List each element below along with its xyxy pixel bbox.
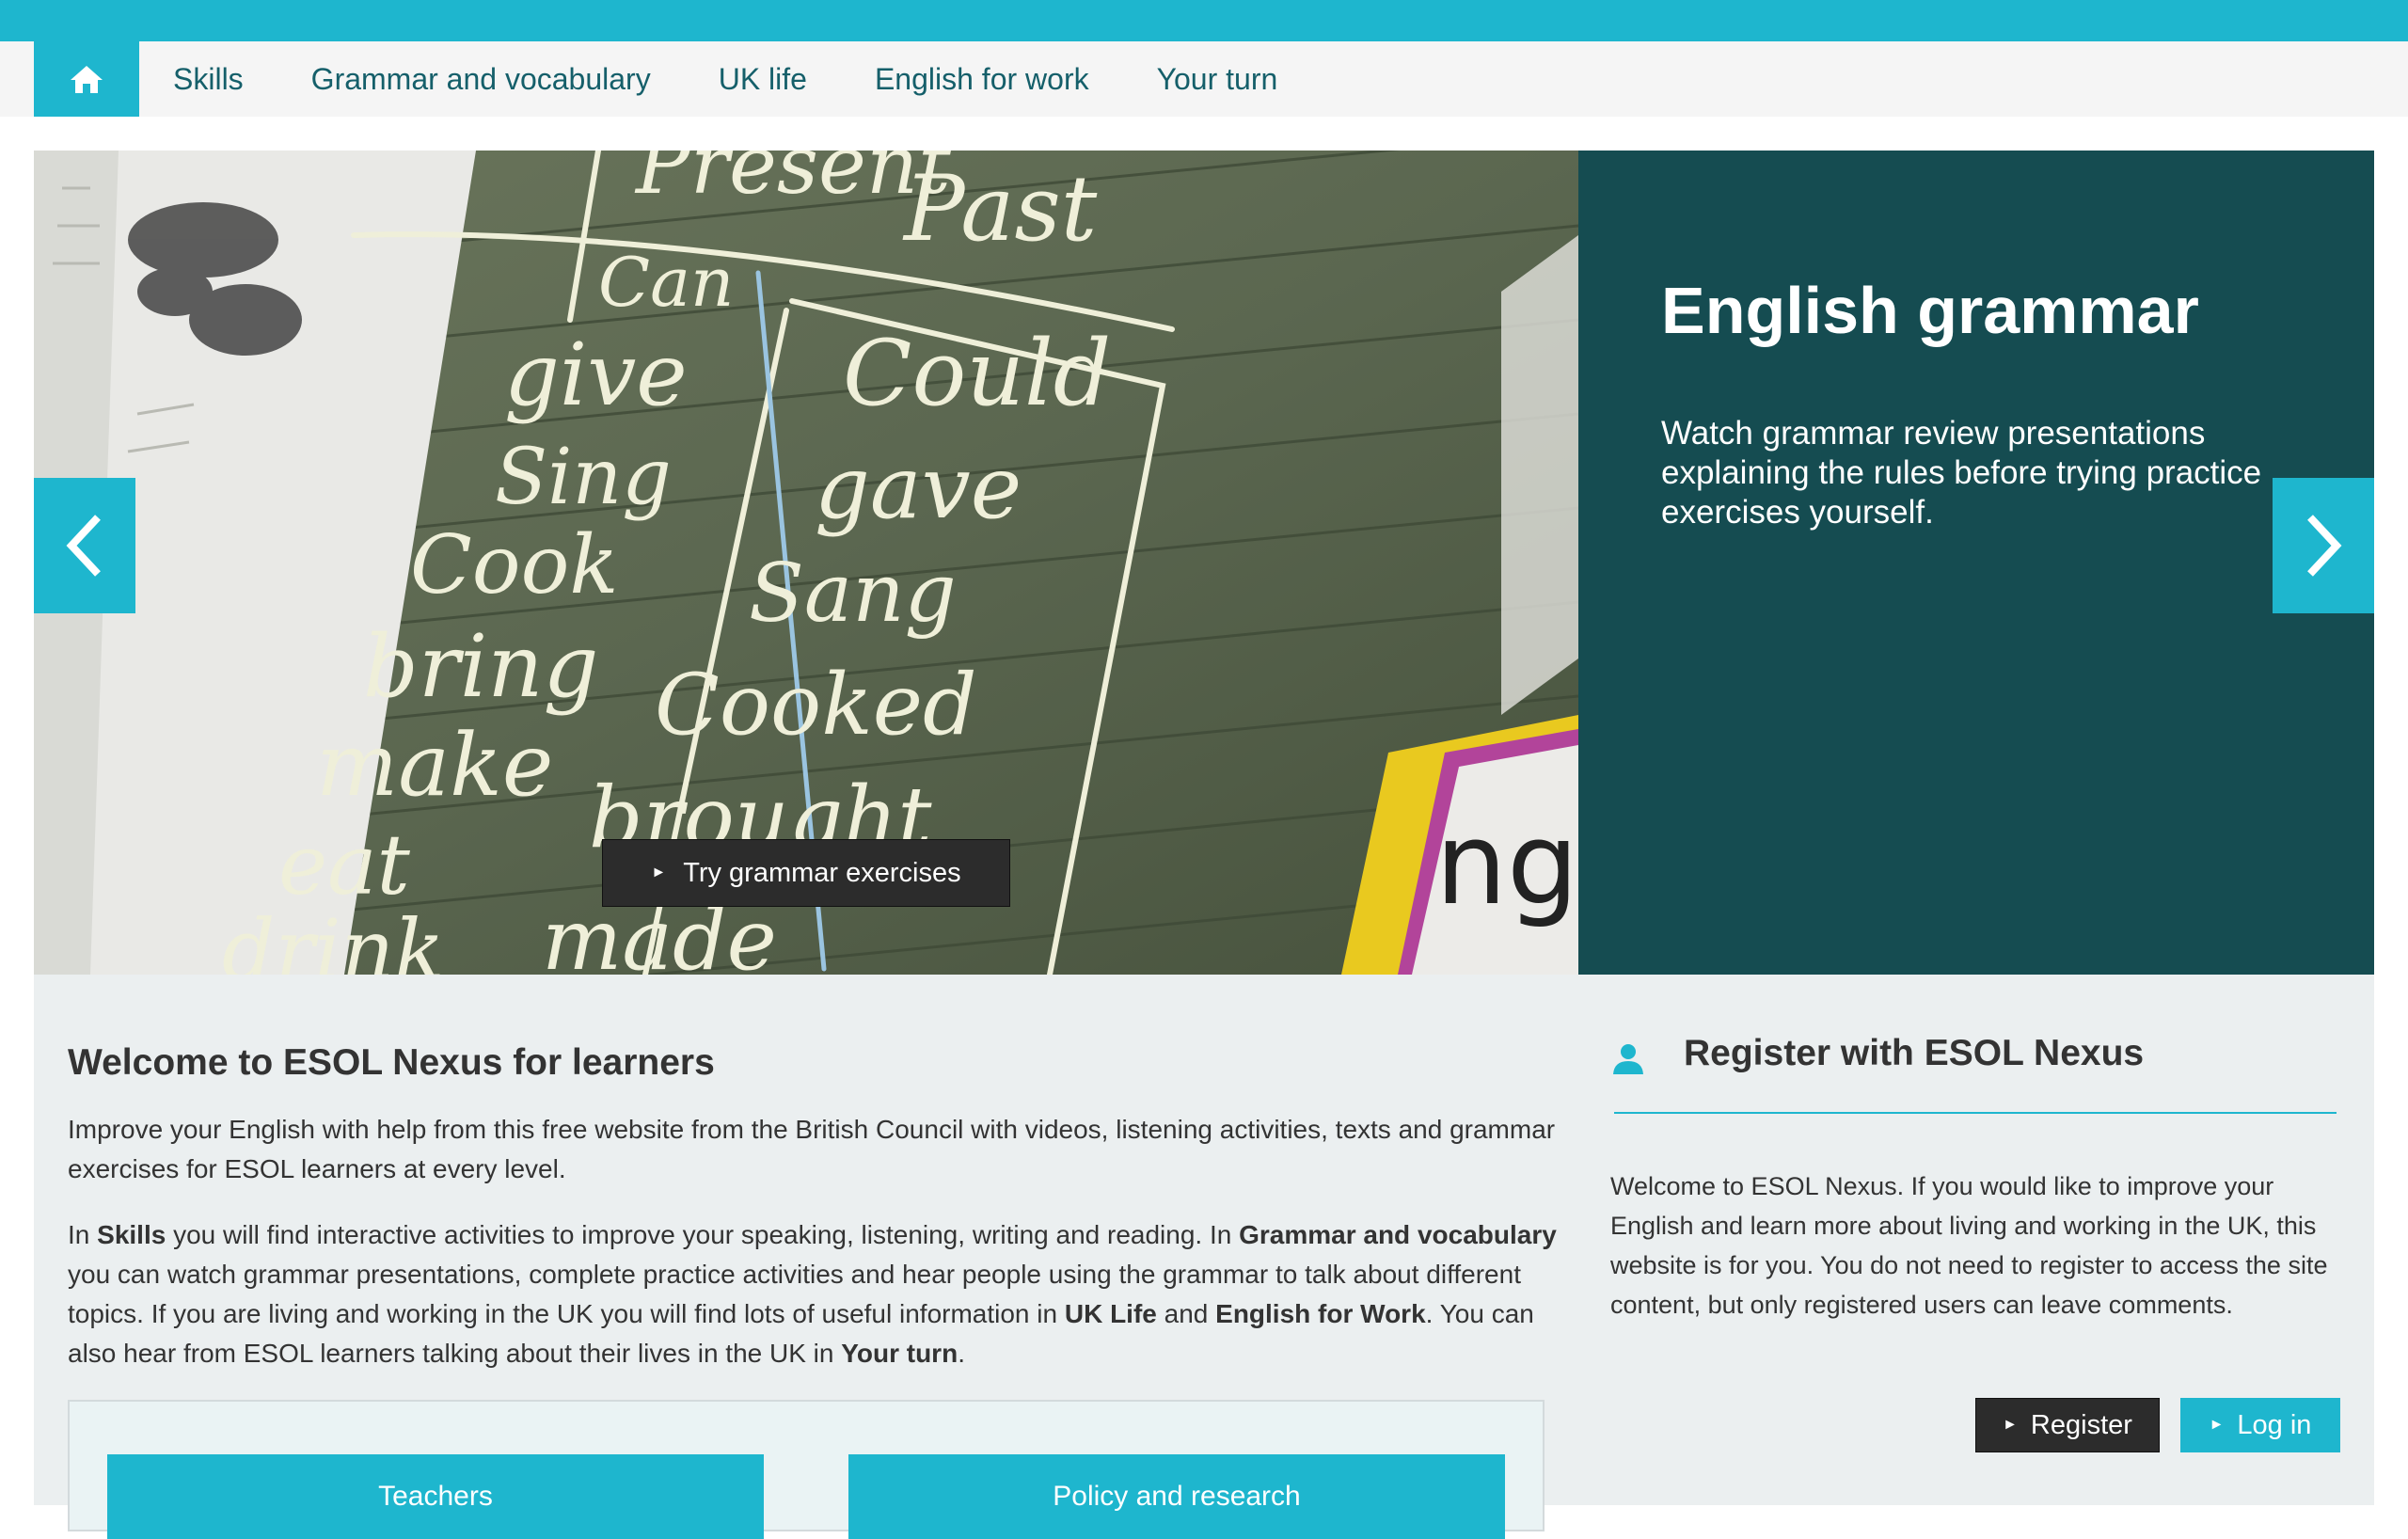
register-button-label: Register: [2030, 1409, 2132, 1440]
carousel-next-button[interactable]: [2273, 478, 2374, 613]
welcome-intro: Improve your English with help from this…: [68, 1115, 1556, 1183]
chevron-right-icon: [2307, 515, 2342, 577]
chalk-word: make: [316, 715, 553, 816]
main-content: Welcome to ESOL Nexus for learners Impro…: [34, 975, 2374, 1539]
policy-and-research-link[interactable]: Policy and research: [848, 1454, 1505, 1539]
chalk-word: Cook: [410, 518, 618, 612]
chalk-word: Cooked: [655, 656, 977, 754]
chalk-word: Sing: [495, 433, 672, 522]
nav-items: Skills Grammar and vocabulary UK life En…: [139, 41, 1311, 117]
hero-carousel: Present Past Can give Sing Cook bring ma…: [34, 151, 2374, 1086]
try-button-label: Try grammar exercises: [683, 857, 961, 888]
hero-image-chalkboard: Present Past Can give Sing Cook bring ma…: [34, 151, 1578, 975]
chalk-word: Can: [598, 243, 734, 322]
nav-item-grammar-and-vocabulary[interactable]: Grammar and vocabulary: [277, 41, 685, 117]
chalk-word: bring: [363, 616, 598, 717]
top-accent-bar: [0, 0, 2408, 41]
chalk-word: eat: [278, 817, 411, 913]
hero-title: English grammar: [1661, 274, 2199, 347]
home-icon: [71, 66, 103, 93]
hero-caption-panel: English grammar Watch grammar review pre…: [1578, 151, 2374, 975]
play-triangle-icon: ►: [2003, 1417, 2018, 1433]
card-word: ng: [1435, 800, 1578, 930]
chalk-word: give: [504, 325, 688, 425]
play-triangle-icon: ►: [651, 865, 667, 881]
login-button-label: Log in: [2237, 1409, 2312, 1440]
audience-links-box: Teachers Policy and research: [68, 1400, 1545, 1539]
nav-item-english-for-work[interactable]: English for work: [841, 41, 1123, 117]
teachers-link[interactable]: Teachers: [107, 1454, 764, 1539]
register-divider: [1614, 1112, 2337, 1114]
register-button[interactable]: ► Register: [1975, 1398, 2160, 1452]
nav-item-uk-life[interactable]: UK life: [685, 41, 841, 117]
nav-item-your-turn[interactable]: Your turn: [1123, 41, 1312, 117]
login-button[interactable]: ► Log in: [2180, 1398, 2340, 1452]
try-grammar-exercises-button[interactable]: ► Try grammar exercises: [602, 839, 1010, 907]
welcome-sections-paragraph: In Skills you will find interactive acti…: [68, 1220, 1557, 1368]
register-title: Register with ESOL Nexus: [1684, 1033, 2145, 1073]
nav-home-button[interactable]: [34, 41, 139, 117]
chalk-word: drink: [222, 901, 445, 975]
play-triangle-icon: ►: [2209, 1417, 2225, 1433]
chalk-word: gave: [815, 437, 1022, 538]
chalk-word: Could: [843, 321, 1111, 426]
welcome-title: Welcome to ESOL Nexus for learners: [68, 1042, 715, 1083]
user-icon: [1613, 1044, 1643, 1074]
hero-description: Watch grammar review presentations expla…: [1661, 415, 2262, 531]
main-nav: Skills Grammar and vocabulary UK life En…: [0, 41, 2408, 117]
carousel-prev-button[interactable]: [34, 478, 135, 613]
chevron-left-icon: [66, 515, 101, 577]
nav-item-skills[interactable]: Skills: [139, 41, 277, 117]
chalk-word: Past: [902, 156, 1098, 262]
chalk-word: Sang: [749, 547, 957, 641]
register-text: Welcome to ESOL Nexus. If you would like…: [1610, 1172, 2328, 1319]
